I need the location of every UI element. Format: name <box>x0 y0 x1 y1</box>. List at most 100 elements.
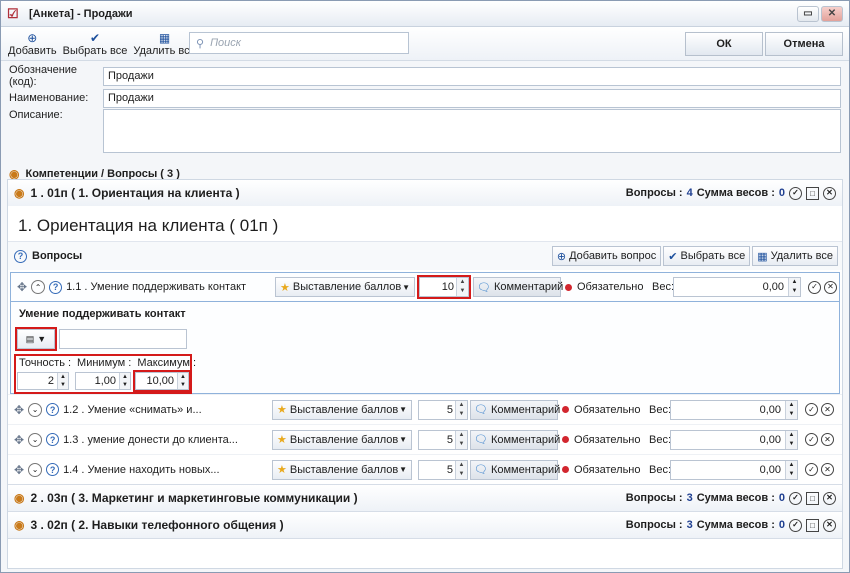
scoring-type-select[interactable]: ★ Выставление баллов ▼ <box>272 429 412 450</box>
spin-arrows-icon[interactable]: ▲ ▼ <box>785 400 797 419</box>
comment-icon: 🗨 <box>474 434 488 446</box>
properties-form: Обозначение (код): Продажи Наименование:… <box>1 61 849 157</box>
scale-icon: ▤ <box>25 333 35 344</box>
maximize-icon[interactable]: □ <box>806 491 819 505</box>
restore-button[interactable]: ▭ <box>797 5 819 22</box>
score-spinner[interactable]: 5 ▲ ▼ <box>418 459 468 480</box>
delete-icon[interactable]: ✕ <box>821 403 834 416</box>
delete-all-questions-button[interactable]: ▦ Удалить все <box>752 246 838 266</box>
comment-button[interactable]: 🗨 Комментарий <box>473 277 563 297</box>
select-all-questions-button[interactable]: ✔ Выбрать все <box>663 246 751 266</box>
spin-arrows-icon[interactable]: ▲ ▼ <box>785 430 797 449</box>
group-header[interactable]: ◉ 2 . 03п ( 3. Маркетинг и маркетинговые… <box>8 485 842 511</box>
delete-icon[interactable]: ✕ <box>823 518 836 532</box>
scoring-type-select[interactable]: ★ Выставление баллов ▼ <box>275 277 415 297</box>
comment-button[interactable]: 🗨 Комментарий <box>470 399 560 420</box>
description-field[interactable] <box>103 109 841 153</box>
code-field[interactable]: Продажи <box>103 66 841 86</box>
check-icon[interactable]: ✓ <box>805 403 818 416</box>
delete-grid-icon: ▦ <box>158 30 171 45</box>
code-label: Обозначение (код): <box>9 64 78 88</box>
spin-arrows-icon[interactable]: ▲ ▼ <box>788 278 800 296</box>
name-field[interactable]: Продажи <box>103 88 841 108</box>
score-spinner[interactable]: 10 ▲ ▼ <box>417 275 471 299</box>
spin-arrows-icon[interactable]: ▲ ▼ <box>455 460 467 479</box>
scoring-type-select[interactable]: ★ Выставление баллов ▼ <box>272 459 412 480</box>
check-icon[interactable]: ✓ <box>789 186 802 200</box>
spin-arrows-icon[interactable]: ▲ ▼ <box>455 430 467 449</box>
weight-label: Вес: <box>649 403 672 416</box>
mandatory-toggle[interactable]: Обязательно <box>562 400 644 420</box>
max-spinner[interactable]: 10,00 ▲ ▼ <box>133 370 191 392</box>
add-question-button[interactable]: ⊕ Добавить вопрос <box>551 246 662 266</box>
group-header[interactable]: ◉ 1 . 01п ( 1. Ориентация на клиента ) В… <box>8 180 842 206</box>
comment-button[interactable]: 🗨 Комментарий <box>470 429 560 450</box>
move-icon[interactable]: ✥ <box>14 433 24 447</box>
mandatory-toggle[interactable]: Обязательно <box>562 430 644 450</box>
score-spinner[interactable]: 5 ▲ ▼ <box>418 429 468 450</box>
mandatory-dot-icon <box>562 466 569 473</box>
scale-value-input[interactable] <box>59 329 187 349</box>
move-icon[interactable]: ✥ <box>14 403 24 417</box>
add-button[interactable]: ⊕ Добавить <box>5 31 60 57</box>
min-label: Минимум : <box>77 357 132 369</box>
scoring-type-select[interactable]: ★ Выставление баллов ▼ <box>272 399 412 420</box>
check-icon[interactable]: ✓ <box>805 463 818 476</box>
weight-spinner[interactable]: 0,00 ▲ ▼ <box>670 429 798 450</box>
mandatory-toggle[interactable]: Обязательно <box>562 460 644 480</box>
weight-spinner[interactable]: 0,00 ▲ ▼ <box>670 459 798 480</box>
chevron-up-icon[interactable]: ⌃ <box>31 280 46 294</box>
question-text: 1.1 . Умение поддерживать контакт <box>66 281 247 293</box>
dropdown-arrow-icon: ▼ <box>37 334 47 344</box>
maximize-icon[interactable]: □ <box>806 186 819 200</box>
help-icon: ? <box>46 403 60 416</box>
competence-group: ◉ 3 . 02п ( 2. Навыки телефонного общени… <box>8 512 842 539</box>
chevron-down-icon[interactable]: ⌄ <box>28 402 43 417</box>
search-input[interactable]: ⚲ Поиск <box>189 32 409 54</box>
toolbar: ⊕ Добавить ✔ Выбрать все ▦ Удалить все ⚲… <box>1 27 849 61</box>
precision-label: Точность : <box>19 357 72 369</box>
window-title: [Анкета] - Продажи <box>29 7 133 20</box>
chevron-down-icon[interactable]: ⌄ <box>28 462 43 477</box>
check-icon[interactable]: ✓ <box>805 433 818 446</box>
ok-button[interactable]: ОК <box>685 32 763 56</box>
score-spinner[interactable]: 5 ▲ ▼ <box>418 399 468 420</box>
min-spinner[interactable]: 1,00 ▲ ▼ <box>75 372 131 390</box>
weight-label: Вес: <box>649 433 672 446</box>
select-all-button[interactable]: ✔ Выбрать все <box>60 31 131 57</box>
maximize-icon[interactable]: □ <box>806 518 819 532</box>
delete-icon[interactable]: ✕ <box>821 463 834 476</box>
chevron-down-icon[interactable]: ⌄ <box>28 432 43 447</box>
check-icon[interactable]: ✓ <box>789 491 802 505</box>
delete-icon[interactable]: ✕ <box>823 186 836 200</box>
check-circle-icon: ✔ <box>89 30 100 45</box>
name-label: Наименование: <box>9 92 89 104</box>
check-icon[interactable]: ✓ <box>789 518 802 532</box>
competence-group: ◉ 2 . 03п ( 3. Маркетинг и маркетинговые… <box>8 485 842 512</box>
mandatory-toggle[interactable]: Обязательно <box>565 277 647 297</box>
precision-spinner[interactable]: 2 ▲ ▼ <box>17 372 69 390</box>
delete-icon[interactable]: ✕ <box>821 433 834 446</box>
delete-icon[interactable]: ✕ <box>823 491 836 505</box>
comment-button[interactable]: 🗨 Комментарий <box>470 459 560 480</box>
spin-arrows-icon[interactable]: ▲ ▼ <box>456 278 468 296</box>
spin-arrows-icon[interactable]: ▲ ▼ <box>57 373 68 389</box>
search-icon: ⚲ <box>196 37 205 50</box>
weight-spinner[interactable]: 0,00 ▲ ▼ <box>673 277 801 297</box>
questions-header: ? Вопросы ⊕ Добавить вопрос ✔ Выбрать все … <box>8 242 842 270</box>
title-bar: ☑ [Анкета] - Продажи ▭ ✕ <box>1 1 849 27</box>
close-button[interactable]: ✕ <box>821 5 843 22</box>
move-icon[interactable]: ✥ <box>17 280 27 294</box>
cancel-button[interactable]: Отмена <box>765 32 843 56</box>
spin-arrows-icon[interactable]: ▲ ▼ <box>119 373 130 389</box>
spin-arrows-icon[interactable]: ▲ ▼ <box>177 373 188 389</box>
check-icon[interactable]: ✓ <box>808 280 821 294</box>
group-header[interactable]: ◉ 3 . 02п ( 2. Навыки телефонного общени… <box>8 512 842 538</box>
delete-icon[interactable]: ✕ <box>824 280 837 294</box>
spin-arrows-icon[interactable]: ▲ ▼ <box>455 400 467 419</box>
spin-arrows-icon[interactable]: ▲ ▼ <box>785 460 797 479</box>
move-icon[interactable]: ✥ <box>14 463 24 477</box>
scale-type-combo[interactable]: ▤ ▼ <box>15 327 57 351</box>
plus-circle-icon: ⊕ <box>27 30 38 45</box>
weight-spinner[interactable]: 0,00 ▲ ▼ <box>670 399 798 420</box>
